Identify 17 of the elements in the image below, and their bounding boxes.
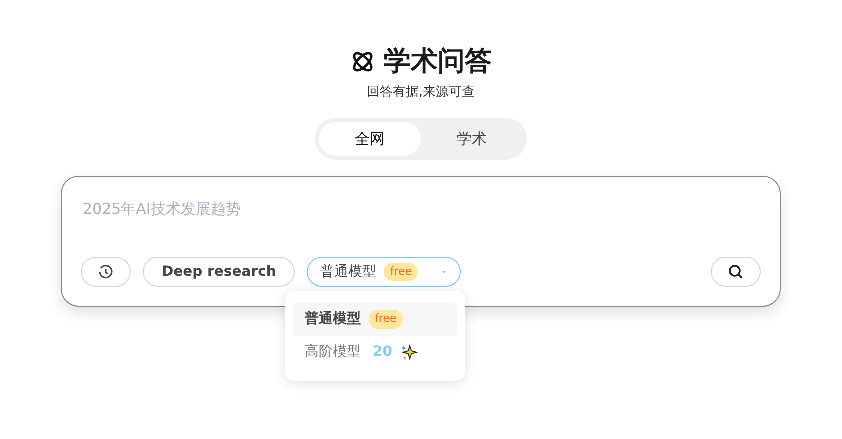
menu-item[interactable]: 高阶模型 20	[293, 336, 457, 369]
caret-icon	[440, 270, 448, 274]
history-button[interactable]	[81, 257, 131, 287]
tab[interactable]: 学术	[421, 122, 523, 156]
free-badge: free	[369, 310, 403, 329]
deep-research-button[interactable]: Deep research	[143, 257, 296, 287]
history-icon	[98, 264, 114, 280]
search-icon	[728, 264, 744, 280]
cost-count: 20	[373, 343, 392, 362]
model-select[interactable]: 普通模型 free	[307, 257, 462, 287]
page-title: 学术问答	[384, 45, 492, 79]
sparkle-icon	[400, 344, 418, 362]
search-button[interactable]	[711, 257, 761, 287]
menu-item[interactable]: 普通模型 free	[293, 303, 457, 336]
tab[interactable]: 全网	[319, 122, 421, 156]
free-badge: free	[384, 262, 418, 282]
subtitle: 回答有据,来源可查	[366, 84, 476, 102]
